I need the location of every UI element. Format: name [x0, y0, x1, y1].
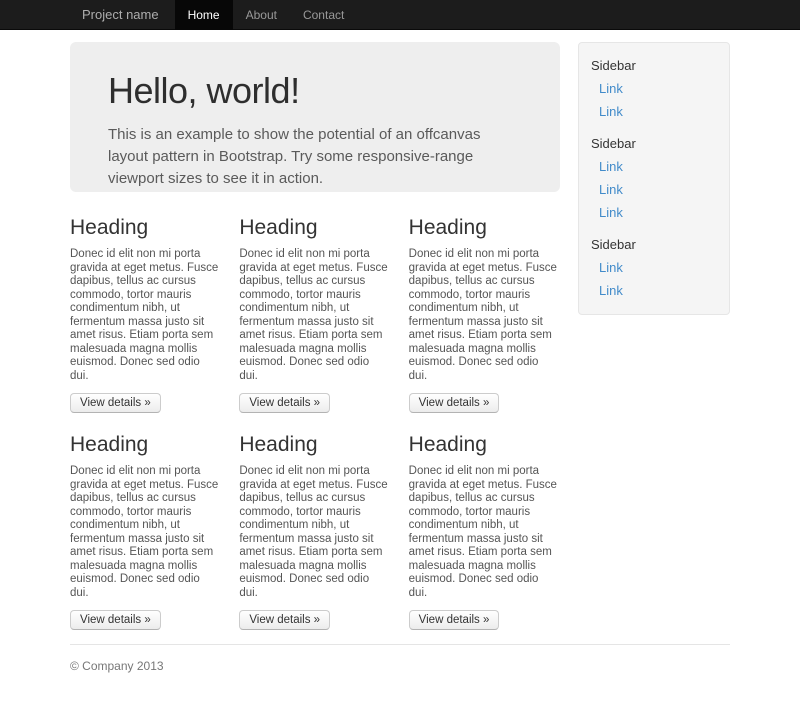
view-details-button[interactable]: View details »	[409, 393, 500, 413]
sidebar: Sidebar Link Link Sidebar Link Link Link…	[578, 42, 730, 315]
card: Heading Donec id elit non mi porta gravi…	[70, 433, 221, 630]
brand-link[interactable]: Project name	[70, 0, 169, 30]
view-details-button[interactable]: View details »	[70, 610, 161, 630]
card: Heading Donec id elit non mi porta gravi…	[409, 216, 560, 413]
card-body-text: Donec id elit non mi porta gravida at eg…	[70, 248, 221, 383]
sidebar-link[interactable]: Link	[579, 279, 729, 302]
jumbotron-text: This is an example to show the potential…	[108, 124, 522, 189]
card: Heading Donec id elit non mi porta gravi…	[70, 216, 221, 413]
sidebar-column: Sidebar Link Link Sidebar Link Link Link…	[578, 42, 730, 315]
sidebar-group-header: Sidebar	[579, 131, 729, 155]
card-heading: Heading	[70, 433, 221, 457]
sidebar-link[interactable]: Link	[579, 77, 729, 100]
jumbotron: Hello, world! This is an example to show…	[70, 42, 560, 192]
page-container: Hello, world! This is an example to show…	[70, 42, 730, 713]
sidebar-link[interactable]: Link	[579, 100, 729, 123]
card-heading: Heading	[239, 216, 390, 240]
card-body-text: Donec id elit non mi porta gravida at eg…	[239, 248, 390, 383]
nav-item-contact[interactable]: Contact	[290, 0, 357, 30]
footer: © Company 2013	[70, 644, 730, 713]
cards-row-2: Heading Donec id elit non mi porta gravi…	[70, 433, 560, 630]
card-body-text: Donec id elit non mi porta gravida at eg…	[409, 248, 560, 383]
card-heading: Heading	[409, 216, 560, 240]
card-body-text: Donec id elit non mi porta gravida at eg…	[409, 465, 560, 600]
view-details-button[interactable]: View details »	[239, 610, 330, 630]
card: Heading Donec id elit non mi porta gravi…	[239, 216, 390, 413]
page-title: Hello, world!	[108, 70, 522, 112]
cards-row-1: Heading Donec id elit non mi porta gravi…	[70, 216, 560, 413]
navbar: Project name Home About Contact	[0, 0, 800, 30]
card-body-text: Donec id elit non mi porta gravida at eg…	[70, 465, 221, 600]
view-details-button[interactable]: View details »	[70, 393, 161, 413]
navbar-inner: Project name Home About Contact	[70, 0, 730, 30]
card-body-text: Donec id elit non mi porta gravida at eg…	[239, 465, 390, 600]
sidebar-group-header: Sidebar	[579, 232, 729, 256]
sidebar-link[interactable]: Link	[579, 256, 729, 279]
nav-item-about[interactable]: About	[233, 0, 290, 30]
sidebar-group-header: Sidebar	[579, 53, 729, 77]
card-heading: Heading	[239, 433, 390, 457]
sidebar-link[interactable]: Link	[579, 155, 729, 178]
card-heading: Heading	[409, 433, 560, 457]
card-heading: Heading	[70, 216, 221, 240]
nav-item-home[interactable]: Home	[175, 0, 233, 30]
sidebar-link[interactable]: Link	[579, 201, 729, 224]
main-column: Hello, world! This is an example to show…	[70, 42, 560, 630]
sidebar-link[interactable]: Link	[579, 178, 729, 201]
main-row: Hello, world! This is an example to show…	[70, 42, 730, 630]
view-details-button[interactable]: View details »	[409, 610, 500, 630]
view-details-button[interactable]: View details »	[239, 393, 330, 413]
card: Heading Donec id elit non mi porta gravi…	[239, 433, 390, 630]
copyright-text: © Company 2013	[70, 659, 730, 673]
navbar-menu: Home About Contact	[175, 0, 358, 30]
card: Heading Donec id elit non mi porta gravi…	[409, 433, 560, 630]
